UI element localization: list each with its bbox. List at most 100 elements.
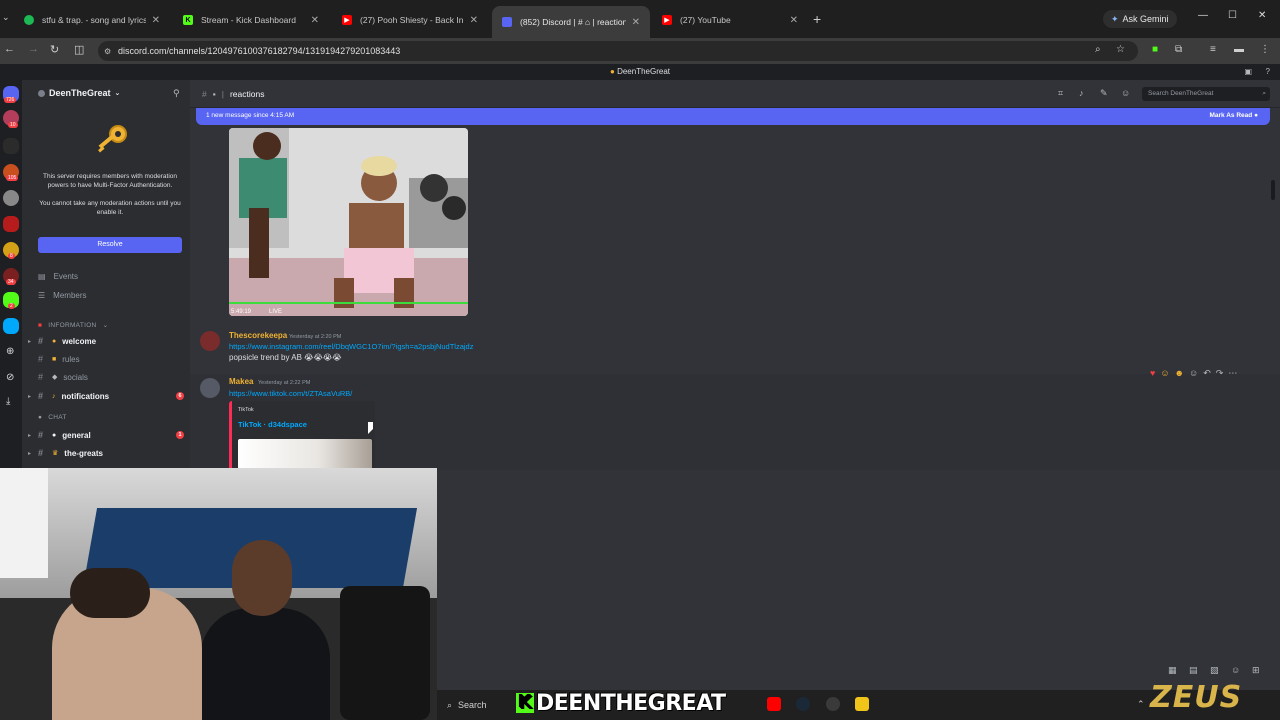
gif-icon[interactable]: ▤	[1189, 665, 1198, 676]
tab-label: stfu & trap. - song and lyrics by	[42, 15, 146, 25]
emoji-icon[interactable]: ☺	[1231, 665, 1240, 675]
reply-icon[interactable]: ↶	[1203, 368, 1211, 379]
discover-icon[interactable]: ⊘	[6, 372, 14, 383]
new-messages-text: 1 new message since 4:15 AM	[206, 112, 295, 119]
extension-icon[interactable]: ■	[1152, 44, 1158, 55]
bookmark-star-icon[interactable]: ☆	[1116, 44, 1125, 55]
tab-kick[interactable]: K Stream - Kick Dashboard ✕	[173, 8, 329, 32]
close-icon[interactable]: ✕	[152, 15, 160, 26]
channel-the-greats[interactable]: ▸ # ♛ the-greats	[28, 448, 184, 458]
member-list-icon[interactable]: ☺	[1121, 88, 1130, 98]
obs-taskbar-icon[interactable]	[826, 697, 840, 711]
inbox-icon[interactable]: ▣	[1244, 64, 1252, 80]
video-progress-bar[interactable]	[229, 302, 468, 304]
steam-taskbar-icon[interactable]	[796, 697, 810, 711]
download-icon[interactable]: ⤓	[6, 396, 10, 407]
mark-as-read-label: Mark As Read	[1209, 112, 1253, 119]
threads-icon[interactable]: ⌗	[1058, 88, 1063, 99]
resolve-button[interactable]: Resolve	[38, 237, 182, 253]
tab-youtube[interactable]: ▶ (27) YouTube ✕	[652, 8, 808, 32]
avatar[interactable]	[200, 378, 220, 398]
server-icon[interactable]	[3, 318, 19, 334]
add-server-icon[interactable]: ⊕	[6, 346, 14, 357]
events-item[interactable]: ▤ Events	[38, 272, 78, 281]
webcam-chair	[340, 586, 430, 720]
tab-youtube-pooh[interactable]: ▶ (27) Pooh Shiesty - Back In Bloo ✕	[332, 8, 488, 32]
mark-as-read-button[interactable]: Mark As Read ●	[1210, 112, 1259, 119]
message-author[interactable]: Makea	[229, 377, 253, 386]
youtube-taskbar-icon[interactable]	[767, 697, 781, 711]
scrollbar-thumb[interactable]	[1271, 180, 1275, 200]
split-view-icon[interactable]: ◫	[74, 43, 84, 56]
server-name-dropdown[interactable]: DeenTheGreat ⌄	[38, 88, 120, 98]
close-icon[interactable]: ✕	[470, 15, 478, 26]
media-controls-icon[interactable]: ≡	[1210, 44, 1216, 55]
help-icon[interactable]: ?	[1266, 64, 1270, 80]
forward-icon[interactable]: ↷	[1216, 368, 1224, 379]
embed-thumbnail[interactable]	[238, 439, 372, 470]
maximize-icon[interactable]: ☐	[1228, 10, 1237, 21]
mention-badge: 6	[176, 392, 184, 400]
profile-icon[interactable]: ▬	[1234, 44, 1244, 55]
chevron-down-icon: ⌄	[114, 90, 121, 97]
tiktok-embed[interactable]: TikTok TikTok · d34dspace	[229, 401, 375, 470]
taskbar-search[interactable]: ⌕ Search	[443, 695, 513, 715]
new-tab-button[interactable]: +	[813, 11, 821, 27]
close-icon[interactable]: ✕	[790, 15, 798, 26]
message-link[interactable]: https://www.tiktok.com/t/ZTAsaVuRB/	[229, 389, 352, 398]
pin-icon[interactable]: ✎	[1100, 88, 1108, 99]
url-field[interactable]: ⚙ discord.com/channels/12049761003761827…	[98, 41, 1138, 61]
new-messages-bar[interactable]: 1 new message since 4:15 AM Mark As Read…	[196, 108, 1270, 125]
zoom-icon[interactable]: ⌕	[1095, 44, 1101, 55]
sticker-icon[interactable]: ▧	[1210, 665, 1219, 676]
tab-discord[interactable]: (852) Discord | # ⌂ | reactions ✕	[492, 6, 650, 38]
invite-person-icon[interactable]: ⚲	[173, 88, 180, 99]
close-icon[interactable]: ✕	[311, 15, 319, 26]
mute-bell-icon[interactable]: ♪	[1079, 88, 1084, 98]
server-icon[interactable]	[3, 216, 19, 232]
apps-icon[interactable]: ⊞	[1252, 665, 1260, 676]
reload-icon[interactable]: ↻	[50, 43, 59, 56]
emoji-reaction-icon[interactable]: ☻	[1175, 368, 1184, 379]
back-icon[interactable]: ←	[4, 43, 15, 55]
category-information[interactable]: ■ INFORMATION ⌄	[38, 321, 108, 330]
forward-icon[interactable]: →	[28, 43, 39, 55]
server-icon[interactable]	[3, 190, 19, 206]
video-embed[interactable]: 5:49:19 LIVE	[229, 128, 468, 316]
extensions-puzzle-icon[interactable]: ⧉	[1175, 44, 1182, 55]
avatar[interactable]	[200, 331, 220, 351]
tab-spotify[interactable]: stfu & trap. - song and lyrics by ✕	[14, 8, 170, 32]
message-author[interactable]: Thescorekeepa	[229, 331, 287, 340]
heart-reaction-icon[interactable]: ♥	[1150, 368, 1155, 379]
more-icon[interactable]: ⋯	[1228, 368, 1237, 379]
server-icon[interactable]	[3, 138, 19, 154]
hash-icon: #	[38, 372, 44, 382]
site-info-icon[interactable]: ⚙	[104, 47, 111, 56]
more-menu-icon[interactable]: ⋮	[1260, 44, 1270, 55]
tab-search-icon[interactable]: ⌄	[2, 12, 10, 23]
tab-label: (27) Pooh Shiesty - Back In Bloo	[360, 15, 464, 25]
search-input[interactable]: Search DeenTheGreat ⌕	[1142, 87, 1270, 101]
minimize-icon[interactable]: —	[1198, 10, 1208, 21]
file-explorer-taskbar-icon[interactable]	[855, 697, 869, 711]
channel-socials[interactable]: # ◆ socials	[38, 372, 184, 382]
laugh-reaction-icon[interactable]: ☺	[1160, 368, 1169, 379]
members-item[interactable]: ☰ Members	[38, 291, 87, 300]
calendar-icon: ▤	[38, 272, 46, 281]
add-reaction-icon[interactable]: ☺	[1189, 368, 1198, 379]
ask-gemini-button[interactable]: ✦ Ask Gemini	[1103, 10, 1177, 28]
channel-general[interactable]: ▸ # ● general 1	[28, 430, 184, 440]
chevron-up-icon[interactable]: ⌃	[1137, 699, 1145, 710]
message-link[interactable]: https://www.instagram.com/reel/DbqWGC1O7…	[229, 342, 473, 351]
channel-rules[interactable]: # ■ rules	[38, 354, 184, 364]
taskbar-search-label: Search	[458, 700, 487, 710]
gift-icon[interactable]: ▦	[1168, 665, 1177, 676]
chevron-right-icon: ▸	[28, 338, 32, 345]
close-window-icon[interactable]: ✕	[1258, 10, 1266, 21]
hash-icon: #	[38, 430, 44, 440]
close-icon[interactable]: ✕	[632, 17, 640, 28]
category-chat[interactable]: ● CHAT	[38, 414, 67, 421]
channel-notifications[interactable]: ▸ # ♪ notifications 6	[28, 391, 184, 401]
embed-title[interactable]: TikTok · d34dspace	[238, 420, 307, 429]
channel-welcome[interactable]: ▸ # ● welcome	[28, 336, 184, 346]
